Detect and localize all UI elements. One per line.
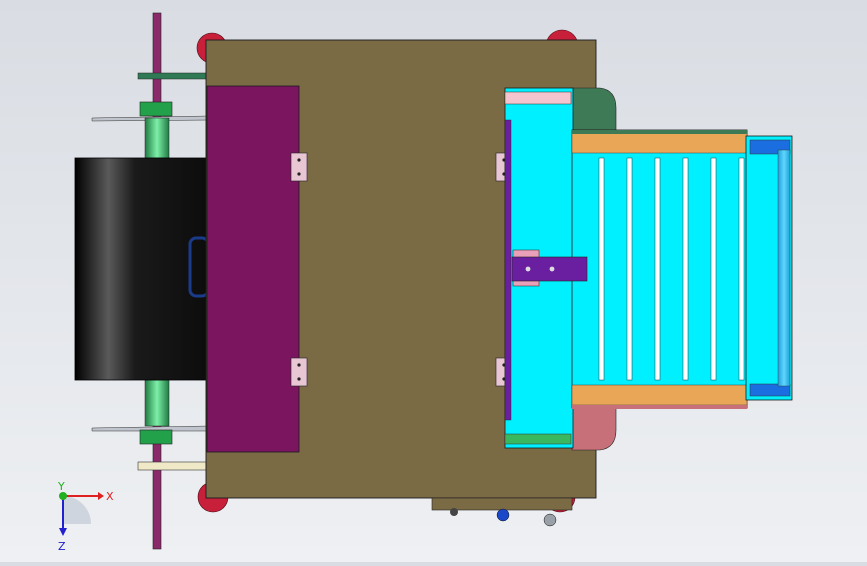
guard-bottom[interactable] [571,403,617,451]
control-box[interactable] [431,497,573,527]
black-roller[interactable] [74,157,209,381]
triad-x-label: X [106,490,114,503]
model-canvas[interactable]: X Y Z [0,0,867,562]
conveyor-top-strip [504,91,572,105]
triad-z-label: Z [58,540,66,553]
conveyor-bottom-strip [504,433,572,445]
rail-top [571,132,748,154]
rail-bottom [571,384,748,406]
guard-top[interactable] [571,87,617,131]
upper-shaft-assembly[interactable] [91,72,211,159]
coordinate-triad-icon: X Y Z [57,480,114,553]
cad-3d-viewport[interactable]: X Y Z [0,0,867,562]
conveyor-edge-bar [504,119,512,421]
lower-shaft-assembly[interactable] [91,379,211,471]
side-panel[interactable] [206,85,300,453]
triad-y-label: Y [57,480,65,493]
